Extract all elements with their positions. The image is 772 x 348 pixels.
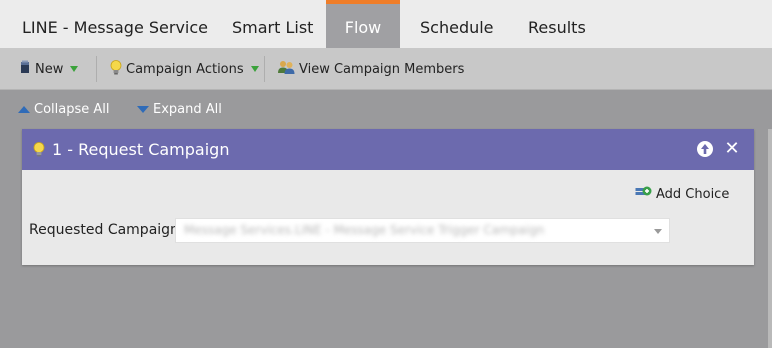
toolbar-divider bbox=[264, 56, 265, 82]
chevron-down-icon bbox=[250, 66, 259, 72]
requested-campaign-select[interactable]: Message Services.LINE - Message Service … bbox=[175, 218, 670, 243]
flow-step-card: 1 - Request Campaign ✕ Add Choice Reques… bbox=[22, 129, 754, 265]
tab-schedule[interactable]: Schedule bbox=[420, 0, 494, 48]
tab-smart-list[interactable]: Smart List bbox=[232, 0, 313, 48]
new-document-icon bbox=[19, 60, 31, 78]
campaign-actions-button[interactable]: Campaign Actions bbox=[110, 48, 259, 90]
lightbulb-icon bbox=[110, 59, 122, 79]
requested-campaign-value: Message Services.LINE - Message Service … bbox=[184, 223, 545, 237]
view-campaign-members-button[interactable]: View Campaign Members bbox=[278, 48, 464, 90]
collapse-all-button[interactable]: Collapse All bbox=[18, 100, 110, 118]
add-choice-label: Add Choice bbox=[656, 187, 730, 202]
arrow-up-circle-icon[interactable] bbox=[697, 141, 713, 157]
new-button[interactable]: New bbox=[19, 48, 79, 90]
triangle-down-icon bbox=[137, 105, 149, 113]
view-campaign-members-label: View Campaign Members bbox=[299, 61, 465, 77]
add-choice-icon bbox=[635, 185, 652, 204]
chevron-down-icon bbox=[654, 229, 662, 234]
flow-step-header[interactable]: 1 - Request Campaign ✕ bbox=[22, 129, 754, 170]
collapse-all-label: Collapse All bbox=[34, 101, 110, 117]
chevron-down-icon bbox=[70, 66, 79, 72]
tab-flow[interactable]: Flow bbox=[326, 0, 400, 48]
toolbar-divider bbox=[96, 56, 97, 82]
add-choice-button[interactable]: Add Choice bbox=[635, 185, 729, 204]
tab-line-message-service[interactable]: LINE - Message Service bbox=[22, 0, 208, 48]
lightbulb-icon bbox=[33, 142, 45, 161]
triangle-up-icon bbox=[18, 105, 30, 113]
expand-all-label: Expand All bbox=[153, 101, 222, 117]
tab-results[interactable]: Results bbox=[528, 0, 586, 48]
people-icon bbox=[278, 60, 295, 79]
requested-campaign-label: Requested Campaign: bbox=[29, 222, 184, 238]
scrollbar[interactable] bbox=[768, 129, 772, 348]
tab-bar: LINE - Message Service Smart List Flow S… bbox=[0, 0, 772, 48]
new-button-label: New bbox=[35, 61, 64, 77]
flow-step-title: 1 - Request Campaign bbox=[52, 140, 230, 159]
campaign-actions-label: Campaign Actions bbox=[126, 61, 244, 77]
expand-all-button[interactable]: Expand All bbox=[137, 100, 222, 118]
close-icon[interactable]: ✕ bbox=[724, 140, 740, 158]
toolbar: New Campaign Actions View Campaign Membe… bbox=[0, 48, 772, 90]
